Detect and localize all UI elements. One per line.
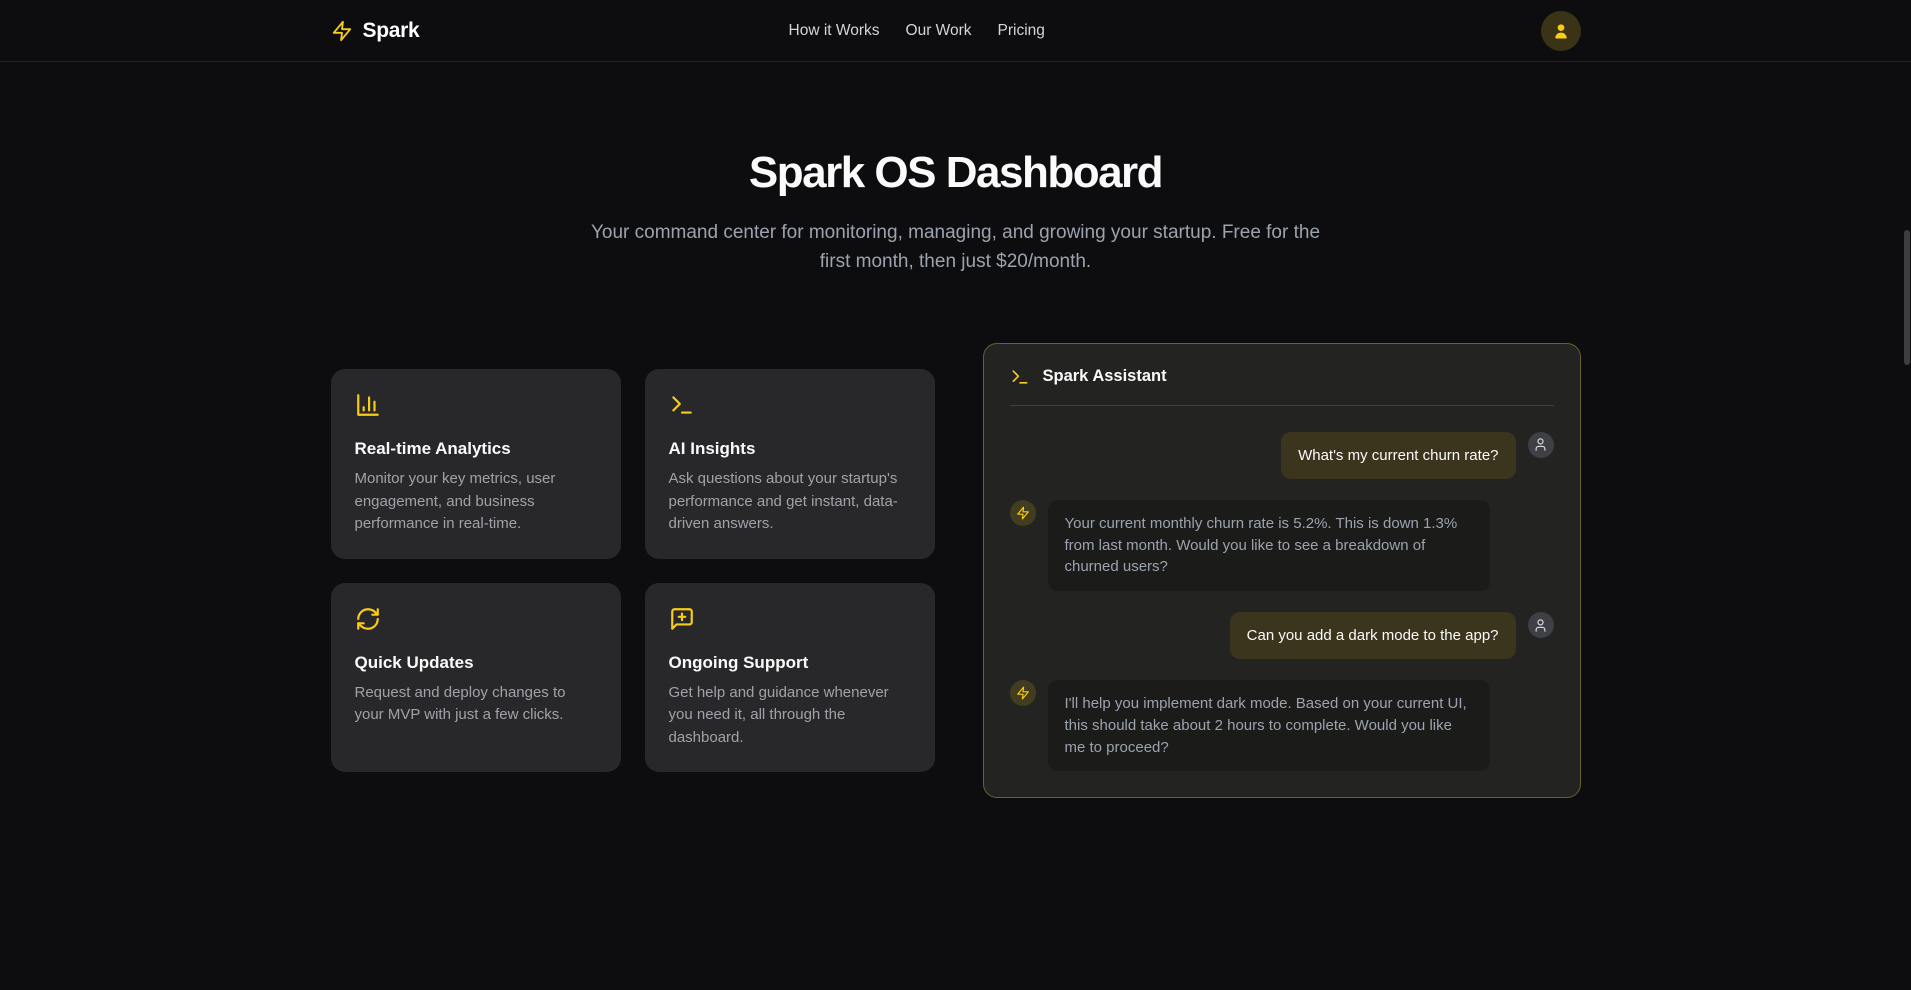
feature-card-ai-insights: AI Insights Ask questions about your sta… [645,369,935,559]
hero-section: Spark OS Dashboard Your command center f… [0,62,1911,277]
assistant-header: Spark Assistant [984,344,1580,405]
user-icon [1551,21,1571,41]
nav-link-how-it-works[interactable]: How it Works [789,22,880,40]
feature-title: Real-time Analytics [355,439,597,459]
feature-title: AI Insights [669,439,911,459]
message-square-plus-icon [669,606,911,632]
feature-description: Get help and guidance whenever you need … [669,682,911,750]
page-scrollbar-thumb[interactable] [1904,230,1910,365]
page-title: Spark OS Dashboard [0,148,1911,198]
user-message-bubble: What's my current churn rate? [1281,432,1515,479]
user-icon [1533,618,1548,633]
assistant-message-bubble: I'll help you implement dark mode. Based… [1048,680,1490,771]
assistant-avatar [1010,500,1036,526]
top-nav: Spark How it Works Our Work Pricing [0,0,1911,62]
main-content: Real-time Analytics Monitor your key met… [331,343,1581,799]
page-subtitle: Your command center for monitoring, mana… [577,218,1335,277]
nav-link-our-work[interactable]: Our Work [906,22,972,40]
feature-description: Request and deploy changes to your MVP w… [355,682,597,727]
page: Spark How it Works Our Work Pricing Spar… [0,0,1911,990]
brand-logo[interactable]: Spark [331,19,420,43]
feature-title: Quick Updates [355,653,597,673]
zap-icon [1016,506,1030,520]
user-avatar [1528,612,1554,638]
brand-name: Spark [363,19,420,43]
nav-link-pricing[interactable]: Pricing [998,22,1045,40]
chat-message-assistant: Your current monthly churn rate is 5.2%.… [1010,500,1554,591]
assistant-avatar [1010,680,1036,706]
bar-chart-icon [355,392,597,418]
zap-icon [331,20,353,42]
feature-description: Ask questions about your startup's perfo… [669,468,911,536]
feature-card-realtime-analytics: Real-time Analytics Monitor your key met… [331,369,621,559]
nav-inner: Spark How it Works Our Work Pricing [331,0,1581,61]
terminal-icon [669,392,911,418]
zap-icon [1016,686,1030,700]
user-icon [1533,437,1548,452]
feature-grid: Real-time Analytics Monitor your key met… [331,369,935,772]
refresh-icon [355,606,597,632]
terminal-icon [1010,367,1030,387]
assistant-message-bubble: Your current monthly churn rate is 5.2%.… [1048,500,1490,591]
nav-links: How it Works Our Work Pricing [789,0,1045,61]
chat-message-user: Can you add a dark mode to the app? [1010,612,1554,659]
user-message-bubble: Can you add a dark mode to the app? [1230,612,1516,659]
account-avatar-button[interactable] [1541,11,1581,51]
feature-card-quick-updates: Quick Updates Request and deploy changes… [331,583,621,773]
chat-message-user: What's my current churn rate? [1010,432,1554,479]
chat-message-list: What's my current churn rate? Your curre… [984,406,1580,798]
feature-card-ongoing-support: Ongoing Support Get help and guidance wh… [645,583,935,773]
chat-message-assistant: I'll help you implement dark mode. Based… [1010,680,1554,771]
user-avatar [1528,432,1554,458]
feature-description: Monitor your key metrics, user engagemen… [355,468,597,536]
assistant-title: Spark Assistant [1043,367,1167,386]
feature-title: Ongoing Support [669,653,911,673]
spark-assistant-panel: Spark Assistant What's my current churn … [983,343,1581,799]
